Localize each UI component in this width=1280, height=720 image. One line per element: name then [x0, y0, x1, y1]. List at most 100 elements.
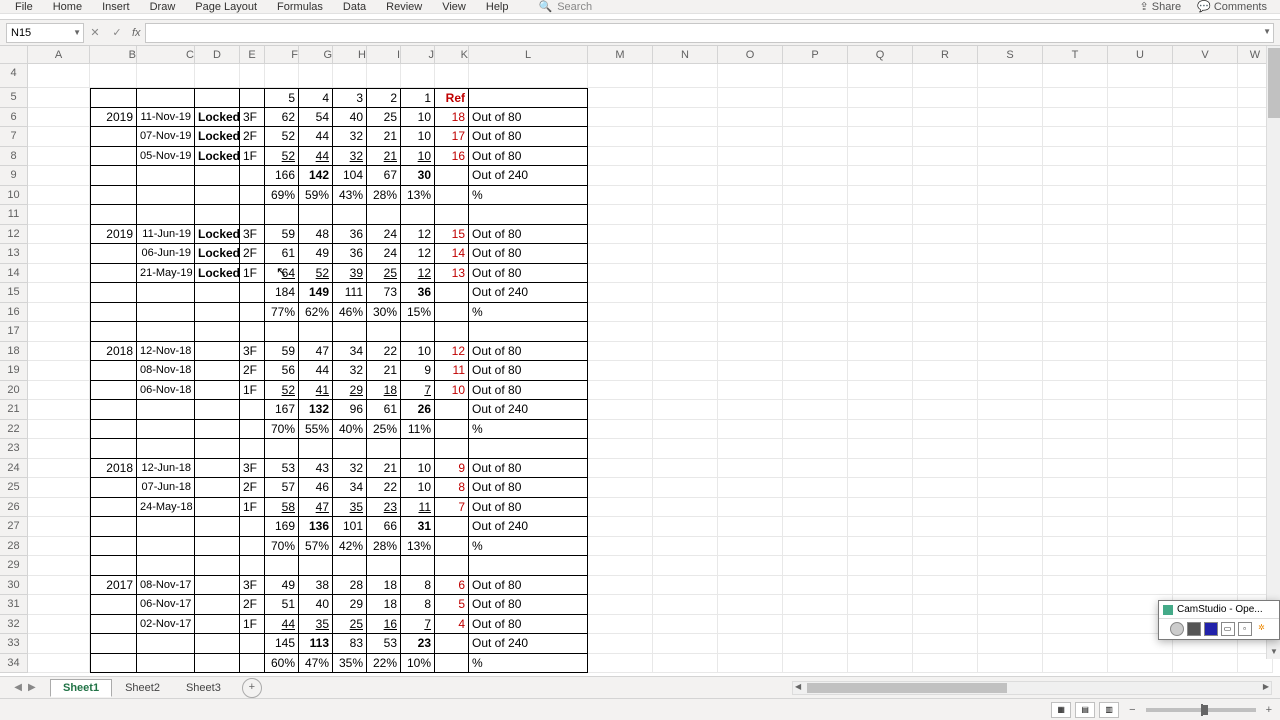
- cell[interactable]: [435, 303, 469, 323]
- cell[interactable]: [28, 517, 90, 537]
- cell[interactable]: [1173, 498, 1238, 518]
- cell[interactable]: 12: [401, 244, 435, 264]
- cell[interactable]: [435, 439, 469, 459]
- row-header[interactable]: 30: [0, 576, 28, 596]
- cell[interactable]: Out of 240: [469, 517, 588, 537]
- row-header[interactable]: 32: [0, 615, 28, 635]
- cell[interactable]: [978, 108, 1043, 128]
- cell[interactable]: [28, 108, 90, 128]
- cell[interactable]: [653, 634, 718, 654]
- cell[interactable]: 62: [265, 108, 299, 128]
- cell[interactable]: [978, 400, 1043, 420]
- tab-insert[interactable]: Insert: [92, 1, 140, 13]
- cell[interactable]: 57: [265, 478, 299, 498]
- cell[interactable]: [978, 576, 1043, 596]
- cell[interactable]: 4: [435, 615, 469, 635]
- cell[interactable]: [783, 517, 848, 537]
- cell[interactable]: [137, 64, 195, 88]
- cell[interactable]: 21: [367, 127, 401, 147]
- cell[interactable]: [978, 303, 1043, 323]
- cell[interactable]: [913, 400, 978, 420]
- cell[interactable]: [653, 186, 718, 206]
- cell[interactable]: [90, 634, 137, 654]
- cell[interactable]: [401, 205, 435, 225]
- tab-home[interactable]: Home: [43, 1, 92, 13]
- cell[interactable]: 8: [401, 595, 435, 615]
- col-header[interactable]: B: [90, 46, 137, 63]
- cell[interactable]: 70%: [265, 537, 299, 557]
- col-header[interactable]: L: [469, 46, 588, 63]
- cell[interactable]: [137, 654, 195, 674]
- scrollbar-thumb[interactable]: [807, 683, 1007, 693]
- cell[interactable]: 53: [265, 459, 299, 479]
- cell[interactable]: [1108, 439, 1173, 459]
- cell[interactable]: 7: [401, 381, 435, 401]
- cell[interactable]: 36: [401, 283, 435, 303]
- cell[interactable]: 132: [299, 400, 333, 420]
- cell[interactable]: [1108, 342, 1173, 362]
- cell[interactable]: [240, 64, 265, 88]
- cell[interactable]: [978, 244, 1043, 264]
- cell[interactable]: [195, 283, 240, 303]
- cell[interactable]: [435, 556, 469, 576]
- fx-icon[interactable]: fx: [132, 27, 141, 39]
- row-header[interactable]: 29: [0, 556, 28, 576]
- cell[interactable]: 31: [401, 517, 435, 537]
- cell[interactable]: [783, 459, 848, 479]
- cell[interactable]: [978, 556, 1043, 576]
- cell[interactable]: 3F: [240, 576, 265, 596]
- cell[interactable]: 13%: [401, 186, 435, 206]
- cell[interactable]: 11-Nov-19: [137, 108, 195, 128]
- cell[interactable]: [783, 88, 848, 108]
- cell[interactable]: [1173, 361, 1238, 381]
- cell[interactable]: [1043, 517, 1108, 537]
- cell[interactable]: [978, 498, 1043, 518]
- tab-page-layout[interactable]: Page Layout: [185, 1, 267, 13]
- cell[interactable]: [653, 322, 718, 342]
- cell[interactable]: [28, 654, 90, 674]
- sheet-nav[interactable]: ◀▶: [0, 682, 50, 693]
- cell[interactable]: 08-Nov-18: [137, 361, 195, 381]
- cell[interactable]: 10: [435, 381, 469, 401]
- cell[interactable]: [1173, 283, 1238, 303]
- cell[interactable]: [588, 517, 653, 537]
- cell[interactable]: [1043, 283, 1108, 303]
- cell[interactable]: [195, 400, 240, 420]
- cell[interactable]: 52: [265, 147, 299, 167]
- cell[interactable]: [240, 205, 265, 225]
- cell[interactable]: [195, 654, 240, 674]
- cell[interactable]: [783, 127, 848, 147]
- cell[interactable]: [435, 283, 469, 303]
- cell[interactable]: 58: [265, 498, 299, 518]
- cell[interactable]: [718, 400, 783, 420]
- cell[interactable]: 41: [299, 381, 333, 401]
- pause-button[interactable]: [1187, 622, 1201, 636]
- cell[interactable]: 10: [401, 108, 435, 128]
- cell[interactable]: [588, 283, 653, 303]
- cell[interactable]: 21-May-19: [137, 264, 195, 284]
- cell[interactable]: 142: [299, 166, 333, 186]
- cell[interactable]: [265, 205, 299, 225]
- cell[interactable]: 39: [333, 264, 367, 284]
- cell[interactable]: [1173, 342, 1238, 362]
- cell[interactable]: 2F: [240, 361, 265, 381]
- row-header[interactable]: 26: [0, 498, 28, 518]
- cell[interactable]: [783, 342, 848, 362]
- cell[interactable]: 40: [333, 108, 367, 128]
- cell[interactable]: [1173, 322, 1238, 342]
- cell[interactable]: [978, 517, 1043, 537]
- cell[interactable]: [299, 556, 333, 576]
- col-header[interactable]: N: [653, 46, 718, 63]
- cell[interactable]: 30%: [367, 303, 401, 323]
- cell[interactable]: 12: [401, 264, 435, 284]
- cell[interactable]: [718, 634, 783, 654]
- cell[interactable]: [137, 400, 195, 420]
- cell[interactable]: [783, 654, 848, 674]
- chevron-down-icon[interactable]: ▼: [73, 28, 81, 37]
- cell[interactable]: 1F: [240, 381, 265, 401]
- cell[interactable]: 07-Jun-18: [137, 478, 195, 498]
- cell[interactable]: 3: [333, 88, 367, 108]
- cell[interactable]: [195, 498, 240, 518]
- cell[interactable]: [265, 556, 299, 576]
- cell[interactable]: [978, 361, 1043, 381]
